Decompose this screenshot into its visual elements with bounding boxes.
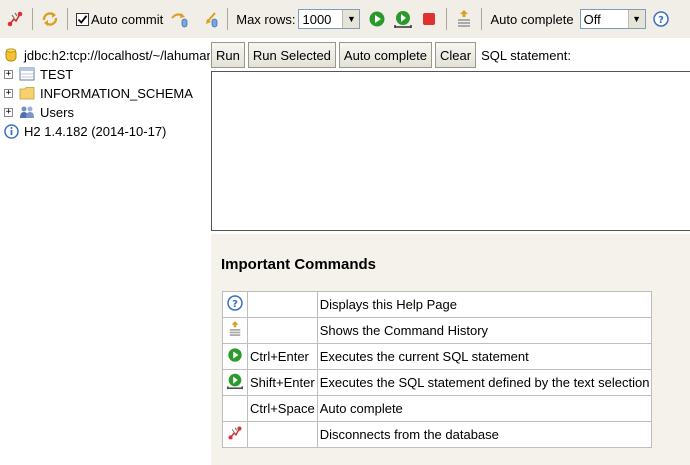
commit-icon[interactable] — [169, 8, 191, 30]
run-selected-icon[interactable] — [392, 8, 414, 30]
table-row: Ctrl+Space Auto complete — [222, 395, 653, 422]
database-icon — [3, 47, 19, 63]
table-row: ? Displays this Help Page — [222, 291, 653, 318]
stop-icon[interactable] — [418, 8, 440, 30]
history-icon — [222, 317, 248, 344]
sql-statement-label: SQL statement: — [481, 47, 571, 63]
run-icon — [222, 343, 248, 370]
info-icon — [3, 123, 19, 139]
disconnect-icon — [222, 421, 248, 448]
tree-item-label: Users — [40, 104, 74, 120]
toolbar-separator — [227, 8, 229, 30]
help-icon[interactable]: ? — [650, 8, 672, 30]
commands-table: ? Displays this Help Page Shows the Comm… — [222, 291, 653, 448]
help-icon: ? — [222, 291, 248, 318]
folder-icon — [19, 85, 35, 101]
auto-complete-label: Auto complete — [490, 11, 574, 27]
sql-editor[interactable] — [211, 71, 690, 231]
tree-item-label: INFORMATION_SCHEMA — [40, 85, 193, 101]
users-icon — [19, 104, 35, 120]
toolbar: Auto commit Max rows: 1000 ▼ Auto comple… — [0, 0, 690, 38]
toolbar-separator — [481, 8, 483, 30]
run-icon[interactable] — [366, 8, 388, 30]
shortcut-cell: Shift+Enter — [247, 369, 318, 396]
disconnect-icon[interactable] — [4, 8, 26, 30]
description-cell: Shows the Command History — [316, 317, 653, 344]
auto-commit-label: Auto commit — [91, 11, 164, 27]
shortcut-cell: Ctrl+Enter — [247, 343, 318, 370]
table-row: Ctrl+Enter Executes the current SQL stat… — [222, 343, 653, 370]
clear-button[interactable]: Clear — [435, 42, 477, 68]
chevron-down-icon: ▼ — [627, 10, 645, 28]
description-cell: Executes the current SQL statement — [316, 343, 653, 370]
tree-connection[interactable]: jdbc:h2:tcp://localhost/~/lahuman — [3, 46, 214, 64]
svg-text:?: ? — [658, 15, 664, 26]
connection-url: jdbc:h2:tcp://localhost/~/lahuman — [24, 47, 214, 63]
version-text: H2 1.4.182 (2014-10-17) — [24, 123, 167, 139]
auto-commit-checkbox[interactable] — [76, 12, 89, 26]
history-icon[interactable] — [453, 8, 475, 30]
table-icon — [19, 66, 35, 82]
chevron-down-icon: ▼ — [342, 10, 360, 28]
empty-icon-cell — [222, 395, 248, 422]
description-cell: Disconnects from the database — [316, 421, 653, 448]
shortcut-cell — [247, 421, 318, 448]
table-row: Shows the Command History — [222, 317, 653, 344]
expand-icon[interactable]: + — [4, 69, 13, 79]
description-cell: Displays this Help Page — [316, 291, 653, 318]
run-selected-icon — [222, 369, 248, 396]
expand-icon[interactable]: + — [4, 88, 13, 98]
toolbar-separator — [67, 8, 68, 30]
query-toolbar: Run Run Selected Auto complete Clear SQL… — [210, 38, 690, 72]
shortcut-cell: Ctrl+Space — [247, 395, 318, 422]
tree-item-label: TEST — [40, 66, 74, 82]
max-rows-select[interactable]: 1000 ▼ — [298, 9, 361, 29]
auto-complete-button[interactable]: Auto complete — [338, 42, 433, 68]
table-row: Shift+Enter Executes the SQL statement d… — [222, 369, 653, 396]
table-row: Disconnects from the database — [222, 421, 653, 448]
run-selected-button[interactable]: Run Selected — [247, 42, 336, 68]
svg-text:?: ? — [232, 299, 238, 310]
help-panel: Important Commands ? Displays this Help … — [211, 234, 690, 465]
rollback-icon[interactable] — [199, 8, 221, 30]
description-cell: Auto complete — [316, 395, 653, 422]
shortcut-cell — [247, 291, 318, 318]
expand-icon[interactable]: + — [4, 107, 13, 117]
tree-item-test[interactable]: + TEST — [4, 65, 73, 83]
description-cell: Executes the SQL statement defined by th… — [316, 369, 653, 396]
tree-item-users[interactable]: + Users — [4, 103, 74, 121]
auto-complete-select[interactable]: Off ▼ — [579, 9, 646, 29]
object-tree: jdbc:h2:tcp://localhost/~/lahuman + TEST… — [0, 38, 214, 465]
toolbar-separator — [32, 8, 33, 30]
refresh-icon[interactable] — [39, 8, 61, 30]
shortcut-cell — [247, 317, 318, 344]
run-button[interactable]: Run — [211, 42, 245, 68]
max-rows-value: 1000 — [302, 11, 332, 27]
max-rows-label: Max rows: — [236, 11, 296, 27]
toolbar-separator — [446, 8, 448, 30]
version-info: H2 1.4.182 (2014-10-17) — [3, 122, 166, 140]
auto-complete-value: Off — [583, 11, 601, 27]
tree-item-information-schema[interactable]: + INFORMATION_SCHEMA — [4, 84, 193, 102]
help-title: Important Commands — [221, 256, 377, 273]
